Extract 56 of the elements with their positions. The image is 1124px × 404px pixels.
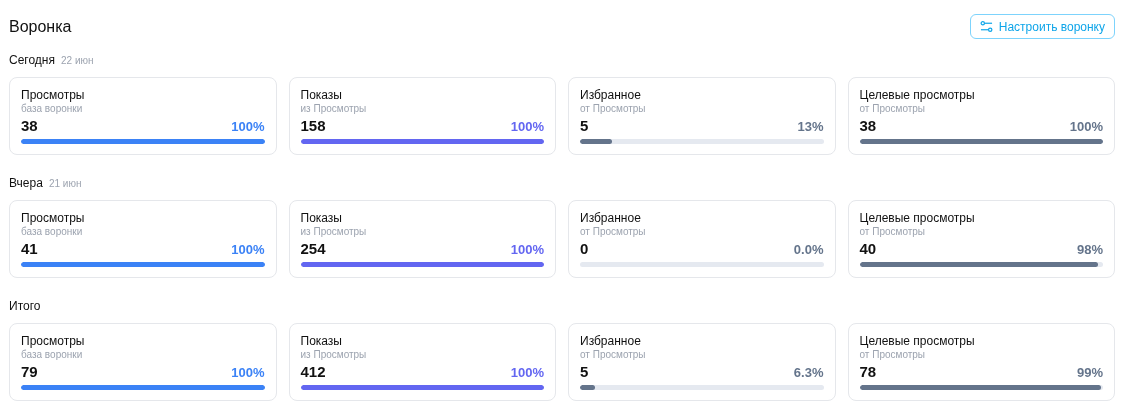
metric-title: Просмотры — [21, 88, 86, 103]
metric-percent: 100% — [231, 118, 265, 136]
metric-title: Показы — [300, 211, 343, 226]
section-label: Вчера — [9, 175, 43, 192]
metric-percent: 0.0% — [793, 241, 824, 259]
metric-percent: 100% — [231, 364, 265, 382]
metric-subtitle: от Просмотры — [859, 103, 927, 115]
section-date: 22 июн — [61, 54, 94, 68]
metric-title: Целевые просмотры — [859, 211, 976, 226]
metric-value: 79 — [21, 362, 38, 382]
section-label: Сегодня — [9, 52, 55, 69]
section-label: Итого — [9, 298, 41, 315]
metric-subtitle: база воронки — [21, 103, 84, 115]
metric-subtitle: от Просмотры — [859, 349, 927, 361]
metric-value: 412 — [300, 362, 326, 382]
metric-subtitle: от Просмотры — [580, 103, 647, 115]
metric-subtitle: от Просмотры — [859, 226, 927, 238]
metric-title: Просмотры — [21, 334, 86, 349]
metric-title: Показы — [300, 334, 343, 349]
page-title: Воронка — [9, 16, 72, 37]
metric-value: 38 — [859, 116, 877, 136]
metric-percent: 6.3% — [793, 364, 824, 382]
metric-percent: 98% — [1076, 241, 1103, 259]
metric-value: 254 — [300, 239, 326, 259]
metric-value: 38 — [21, 116, 38, 136]
metric-subtitle: из Просмотры — [300, 103, 368, 115]
metric-title: Избранное — [580, 88, 642, 103]
metric-value: 158 — [300, 116, 326, 136]
metric-percent: 99% — [1076, 364, 1103, 382]
section-date: 21 июн — [48, 177, 82, 191]
metric-percent: 100% — [510, 241, 544, 259]
metric-title: Целевые просмотры — [859, 334, 976, 349]
metric-title: Показы — [300, 88, 343, 103]
metric-value: 40 — [859, 239, 877, 259]
configure-funnel-button[interactable]: Настроить воронку — [969, 14, 1115, 39]
metric-title: Избранное — [580, 334, 642, 349]
metric-percent: 100% — [1069, 118, 1103, 136]
metric-value: 78 — [859, 362, 877, 382]
metric-value: 5 — [580, 362, 589, 382]
metric-value: 0 — [580, 239, 589, 259]
metric-subtitle: база воронки — [21, 349, 84, 361]
metric-title: Просмотры — [21, 211, 86, 226]
metric-title: Избранное — [580, 211, 642, 226]
metric-percent: 13% — [797, 118, 824, 136]
metric-title: Целевые просмотры — [859, 88, 976, 103]
metric-subtitle: от Просмотры — [580, 349, 647, 361]
metric-subtitle: из Просмотры — [300, 226, 368, 238]
metric-subtitle: от Просмотры — [580, 226, 647, 238]
metric-percent: 100% — [510, 118, 544, 136]
metric-value: 41 — [21, 239, 38, 259]
metric-percent: 100% — [510, 364, 544, 382]
metric-percent: 100% — [231, 241, 265, 259]
metric-value: 5 — [580, 116, 589, 136]
metric-subtitle: база воронки — [21, 226, 84, 238]
metric-subtitle: из Просмотры — [300, 349, 368, 361]
sliders-icon — [979, 20, 993, 33]
